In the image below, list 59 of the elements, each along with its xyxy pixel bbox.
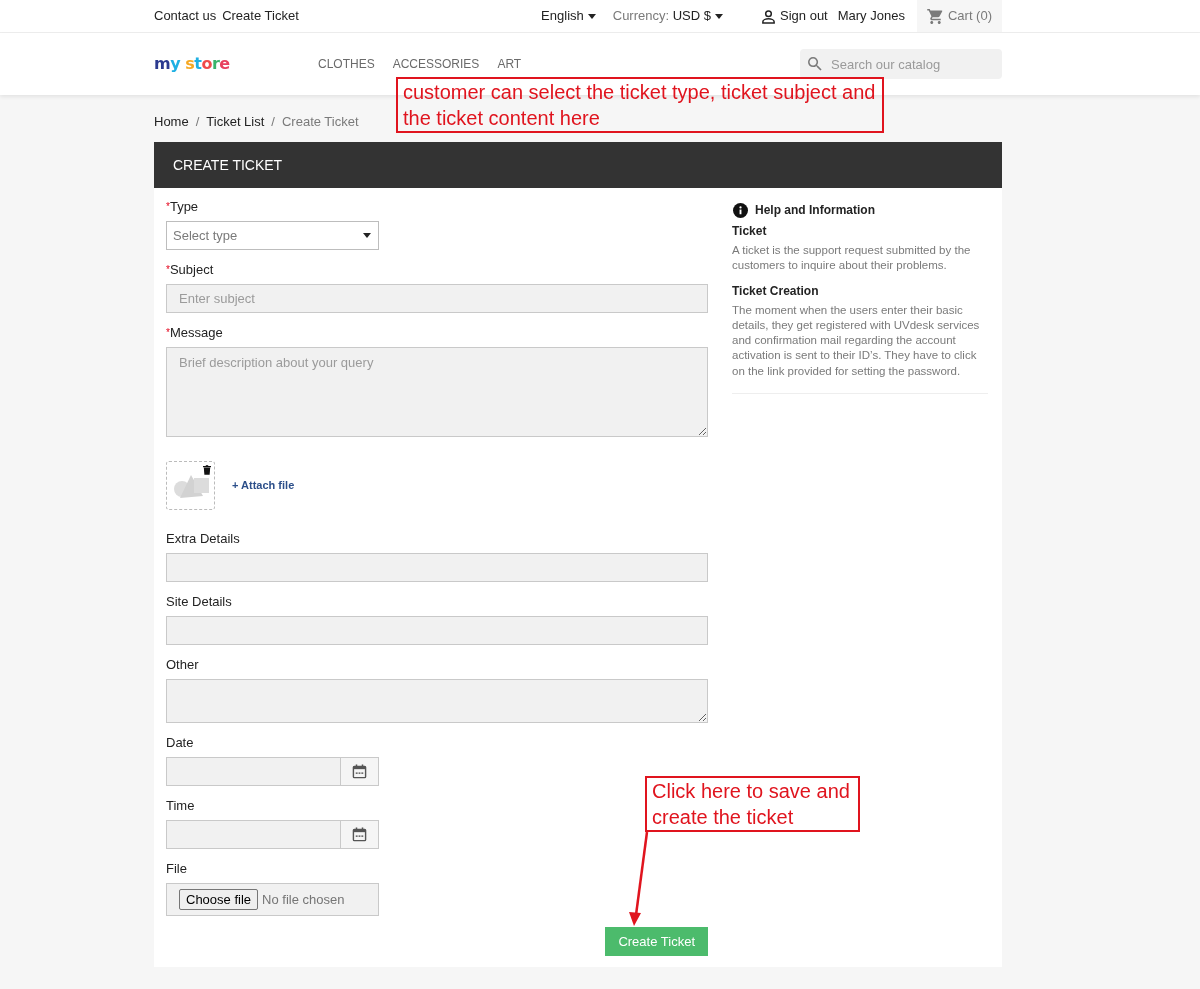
caret-icon bbox=[715, 13, 724, 19]
language-dropdown[interactable]: English bbox=[541, 6, 596, 26]
trash-icon[interactable] bbox=[203, 465, 211, 475]
sign-out-link[interactable]: Sign out bbox=[761, 6, 828, 26]
field-label: *Message bbox=[166, 324, 223, 342]
field-label: *Type bbox=[166, 198, 199, 216]
cart-icon bbox=[926, 8, 944, 24]
text-area[interactable]: Brief description about your query bbox=[166, 347, 708, 437]
image-placeholder-icon bbox=[174, 475, 210, 499]
top-bar-link[interactable]: Contact us bbox=[154, 6, 217, 26]
field-label: Time bbox=[166, 797, 195, 815]
text-input[interactable]: Enter subject bbox=[166, 284, 708, 313]
attach-file-link[interactable]: + Attach file bbox=[232, 477, 295, 494]
breadcrumb-separator: / bbox=[271, 113, 275, 131]
help-title: Help and Information bbox=[755, 202, 875, 219]
top-bar-link[interactable]: Create Ticket bbox=[222, 6, 299, 26]
help-heading: Ticket Creation bbox=[732, 282, 819, 300]
search-icon bbox=[808, 57, 822, 71]
calendar-icon bbox=[352, 827, 367, 842]
picker-input[interactable] bbox=[166, 757, 341, 786]
calendar-button[interactable] bbox=[341, 820, 379, 849]
caret-icon bbox=[587, 13, 596, 19]
breadcrumb-link[interactable]: Home bbox=[154, 113, 189, 131]
nav-link[interactable]: ART bbox=[497, 55, 522, 73]
caret-icon bbox=[363, 233, 371, 238]
field-label: *Subject bbox=[166, 261, 214, 279]
help-heading: Ticket bbox=[732, 223, 767, 240]
breadcrumb-separator: / bbox=[195, 113, 200, 131]
user-name-link[interactable]: Mary Jones bbox=[837, 6, 905, 26]
search-field[interactable]: Search our catalog bbox=[800, 49, 1002, 79]
nav-link[interactable]: ACCESSORIES bbox=[392, 55, 480, 73]
nav-link[interactable]: CLOTHES bbox=[318, 55, 375, 73]
text-area[interactable] bbox=[166, 679, 708, 723]
field-label: File bbox=[166, 860, 187, 878]
annotation-callout: Click here to save and create the ticket bbox=[645, 776, 860, 832]
field-label: Site Details bbox=[166, 593, 232, 611]
file-field[interactable]: Choose file No file chosen bbox=[166, 883, 379, 916]
breadcrumb-current: Create Ticket bbox=[281, 113, 359, 131]
choose-file-button[interactable]: Choose file bbox=[179, 889, 259, 910]
file-status: No file chosen bbox=[262, 890, 345, 909]
info-icon bbox=[733, 202, 748, 218]
text-input[interactable] bbox=[166, 616, 708, 645]
calendar-button[interactable] bbox=[341, 757, 379, 786]
currency-dropdown[interactable]: Currency: USD $ bbox=[612, 6, 724, 26]
annotation-callout: customer can select the ticket type, ticket subject and the ticket content here bbox=[396, 77, 884, 133]
person-icon bbox=[761, 8, 777, 24]
field-label: Extra Details bbox=[166, 530, 240, 548]
dropdown-field[interactable]: Select type bbox=[166, 221, 379, 250]
field-label: Date bbox=[166, 734, 194, 752]
field-label: Other bbox=[166, 656, 199, 674]
help-text: A ticket is the support request submitted by the customers to inquire about their problems. bbox=[732, 243, 972, 274]
help-text: The moment when the users enter their basic details, they get registered with UVdesk services and confirmation mail regarding the account activation is sent to their ID’s. They have to click on the link provided for setting the password. bbox=[732, 302, 981, 379]
picker-input[interactable] bbox=[166, 820, 341, 849]
text-input[interactable] bbox=[166, 553, 708, 582]
breadcrumb-link[interactable]: Ticket List bbox=[206, 113, 265, 131]
section-header: CREATE TICKET bbox=[154, 142, 1002, 188]
calendar-icon bbox=[352, 764, 367, 779]
store-logo[interactable]: my store bbox=[154, 54, 230, 74]
cart-link[interactable]: Cart (0) bbox=[916, 0, 1002, 32]
